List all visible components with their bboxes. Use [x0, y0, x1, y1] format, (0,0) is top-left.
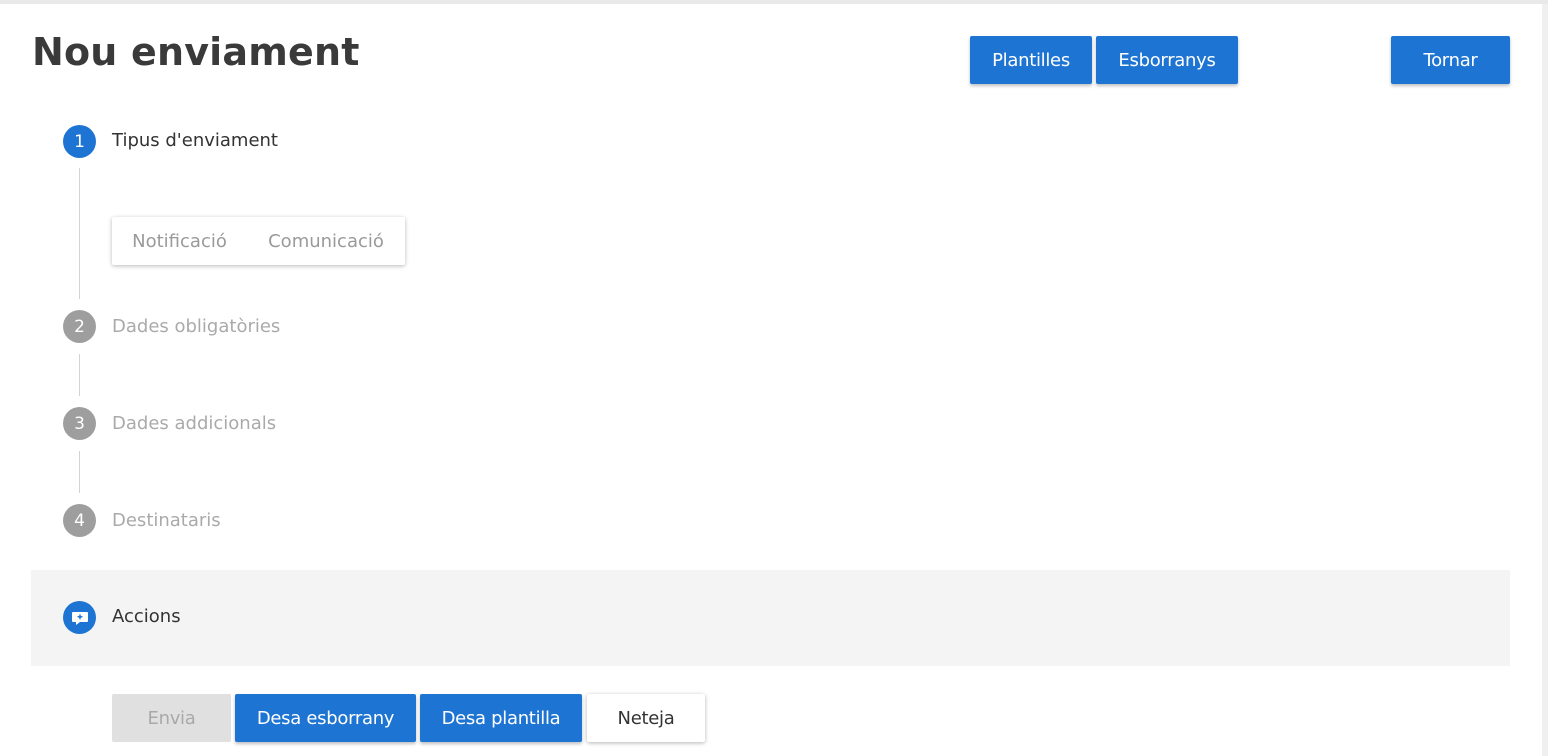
step-connector — [79, 168, 80, 299]
clear-button[interactable]: Neteja — [587, 694, 705, 742]
notification-option[interactable]: Notificació — [112, 217, 247, 265]
scrollbar-track[interactable] — [1542, 4, 1548, 756]
sparkle-chat-icon — [63, 601, 96, 634]
save-draft-button[interactable]: Desa esborrany — [235, 694, 416, 742]
step-3-label[interactable]: Dades addicionals — [112, 413, 276, 434]
back-button[interactable]: Tornar — [1391, 36, 1510, 84]
actions-panel: Accions — [31, 570, 1510, 666]
page-title: Nou enviament — [32, 30, 360, 74]
actions-label: Accions — [112, 606, 181, 627]
top-border — [0, 0, 1548, 4]
communication-option[interactable]: Comunicació — [247, 217, 405, 265]
step-connector — [79, 354, 80, 396]
templates-button[interactable]: Plantilles — [970, 36, 1092, 84]
save-template-button[interactable]: Desa plantilla — [420, 694, 582, 742]
step-4-circle: 4 — [63, 504, 96, 537]
step-2-label[interactable]: Dades obligatòries — [112, 316, 280, 337]
shipment-type-toggle: Notificació Comunicació — [112, 217, 405, 265]
drafts-button[interactable]: Esborranys — [1096, 36, 1238, 84]
step-2-circle: 2 — [63, 310, 96, 343]
step-1-circle: 1 — [63, 125, 96, 158]
send-button[interactable]: Envia — [112, 694, 231, 742]
step-4-label[interactable]: Destinataris — [112, 510, 221, 531]
step-1-label[interactable]: Tipus d'enviament — [112, 130, 278, 151]
step-connector — [79, 451, 80, 493]
step-3-circle: 3 — [63, 407, 96, 440]
